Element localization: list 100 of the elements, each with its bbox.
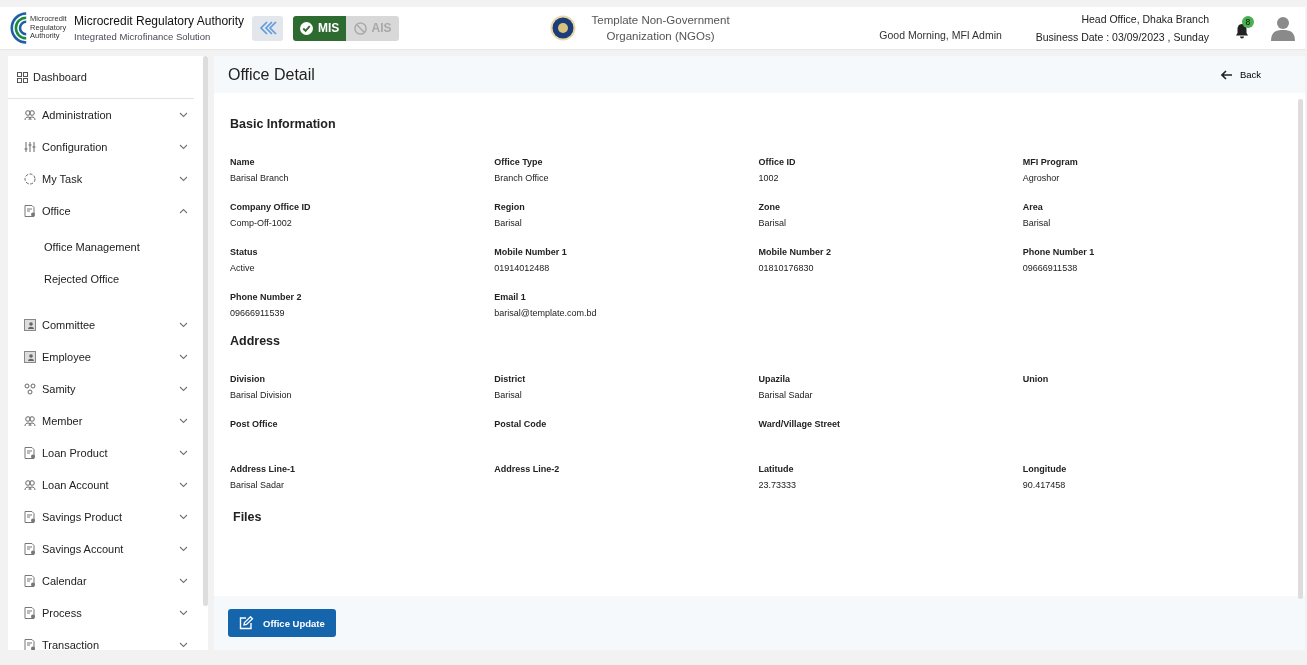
document-icon bbox=[24, 575, 36, 587]
arrow-left-icon bbox=[1220, 69, 1233, 80]
field-value: 23.73333 bbox=[758, 480, 798, 490]
logo-icon bbox=[10, 12, 28, 44]
sidebar-item[interactable]: My Task bbox=[8, 163, 188, 195]
section-heading: Address bbox=[230, 334, 282, 348]
field-label: Phone Number 2 bbox=[230, 292, 303, 302]
dashboard-link[interactable]: Dashboard bbox=[8, 56, 194, 99]
field-label: Ward/Village Street bbox=[758, 419, 842, 429]
field-label: Email 1 bbox=[494, 292, 527, 302]
sidebar-item[interactable]: Committee bbox=[8, 309, 188, 341]
office-update-button[interactable]: Office Update bbox=[228, 609, 336, 637]
double-chevron-left-icon bbox=[258, 20, 277, 36]
field-label: Post Office bbox=[230, 419, 279, 429]
section-heading: Basic Information bbox=[230, 117, 337, 131]
avatar-icon[interactable] bbox=[1271, 15, 1295, 41]
field-value: Active bbox=[230, 263, 256, 273]
field-label: Status bbox=[230, 247, 259, 257]
people-icon bbox=[24, 109, 36, 121]
field-value: Agroshor bbox=[1022, 173, 1061, 183]
organization-name: Template Non-Government Organization (NGOs) bbox=[590, 13, 731, 44]
branch-name: Head Office, Dhaka Branch bbox=[1081, 13, 1210, 25]
scrollbar[interactable] bbox=[203, 56, 208, 606]
field-value: barisal@template.com.bd bbox=[494, 308, 598, 318]
field-label: Division bbox=[230, 374, 266, 384]
ban-icon bbox=[353, 21, 367, 35]
org-name: Microcredit Regulatory Authority bbox=[74, 14, 245, 28]
business-date: Business Date : 03/09/2023 , Sunday bbox=[1035, 31, 1210, 43]
collapse-sidebar-button[interactable] bbox=[252, 15, 284, 41]
field-label: Longitude bbox=[1022, 464, 1068, 474]
field-label: MFI Program bbox=[1022, 157, 1079, 167]
field-label: Region bbox=[494, 202, 526, 212]
back-button[interactable]: Back bbox=[1214, 68, 1267, 81]
field-label: Mobile Number 2 bbox=[758, 247, 832, 257]
field-label: District bbox=[494, 374, 527, 384]
document-icon bbox=[24, 543, 36, 555]
field-value: Barisal bbox=[758, 218, 787, 228]
field-value: 01810176830 bbox=[758, 263, 815, 273]
field-label: Zone bbox=[758, 202, 781, 212]
field-value: Barisal Division bbox=[230, 390, 293, 400]
field-label: Office ID bbox=[758, 157, 797, 167]
seal-icon bbox=[549, 15, 576, 41]
field-label: Area bbox=[1022, 202, 1044, 212]
section-heading: Files bbox=[233, 510, 263, 524]
id-card-icon bbox=[24, 351, 36, 363]
sidebar-item[interactable]: Loan Product bbox=[8, 437, 188, 469]
field-label: Postal Code bbox=[494, 419, 548, 429]
submenu-item[interactable]: Office Management bbox=[8, 231, 188, 263]
people-icon bbox=[24, 479, 36, 491]
field-value: 1002 bbox=[758, 173, 780, 183]
sidebar-item[interactable]: Transaction bbox=[8, 629, 188, 650]
sidebar-item[interactable]: Samity bbox=[8, 373, 188, 405]
module-tab[interactable]: MIS bbox=[293, 15, 347, 41]
network-icon bbox=[24, 383, 36, 395]
submenu-item[interactable]: Rejected Office bbox=[8, 263, 188, 295]
field-value: 09666911539 bbox=[230, 308, 286, 318]
document-icon bbox=[24, 607, 36, 619]
field-value: Comp-Off-1002 bbox=[230, 218, 293, 228]
grid-icon bbox=[17, 71, 28, 83]
check-circle-icon bbox=[299, 21, 313, 35]
sidebar-item[interactable]: Savings Account bbox=[8, 533, 188, 565]
sidebar-item[interactable]: Calendar bbox=[8, 565, 188, 597]
field-value: Barisal bbox=[494, 390, 523, 400]
document-icon bbox=[24, 205, 36, 217]
field-label: Address Line-1 bbox=[230, 464, 297, 474]
edit-icon bbox=[239, 616, 254, 630]
field-label: Mobile Number 1 bbox=[494, 247, 568, 257]
document-icon bbox=[24, 511, 36, 523]
notification-count: 8 bbox=[1242, 16, 1254, 28]
field-label: Name bbox=[230, 157, 256, 167]
sliders-icon bbox=[24, 141, 36, 153]
sidebar-item[interactable]: Member bbox=[8, 405, 188, 437]
greeting-text: Good Morning, MFI Admin bbox=[879, 29, 1003, 41]
sidebar-item[interactable]: Savings Product bbox=[8, 501, 188, 533]
field-value: Barisal Sadar bbox=[758, 390, 814, 400]
scrollbar[interactable] bbox=[1298, 99, 1303, 599]
field-value: Barisal Sadar bbox=[230, 480, 286, 490]
field-label: Union bbox=[1022, 374, 1050, 384]
field-label: Address Line-2 bbox=[494, 464, 561, 474]
sidebar-item[interactable]: Process bbox=[8, 597, 188, 629]
field-value: Barisal bbox=[494, 218, 523, 228]
field-label: Phone Number 1 bbox=[1022, 247, 1096, 257]
sidebar-item[interactable]: Configuration bbox=[8, 131, 188, 163]
field-value: Barisal Branch bbox=[230, 173, 290, 183]
field-label: Office Type bbox=[494, 157, 544, 167]
field-label: Company Office ID bbox=[230, 202, 312, 212]
field-value: 09666911538 bbox=[1022, 263, 1079, 273]
sidebar-item[interactable]: Office bbox=[8, 195, 188, 227]
loading-icon bbox=[24, 173, 36, 185]
org-subtitle: Integrated Microfinance Solution bbox=[74, 31, 212, 42]
page-title: Office Detail bbox=[228, 65, 315, 84]
sidebar-item[interactable]: Employee bbox=[8, 341, 188, 373]
id-card-icon bbox=[24, 319, 36, 331]
field-label: Upazila bbox=[758, 374, 791, 384]
sidebar-item[interactable]: Administration bbox=[8, 99, 188, 131]
field-value: 01914012488 bbox=[494, 263, 551, 273]
document-icon bbox=[24, 639, 36, 650]
field-value: Branch Office bbox=[494, 173, 550, 183]
document-icon bbox=[24, 447, 36, 459]
sidebar-item[interactable]: Loan Account bbox=[8, 469, 188, 501]
